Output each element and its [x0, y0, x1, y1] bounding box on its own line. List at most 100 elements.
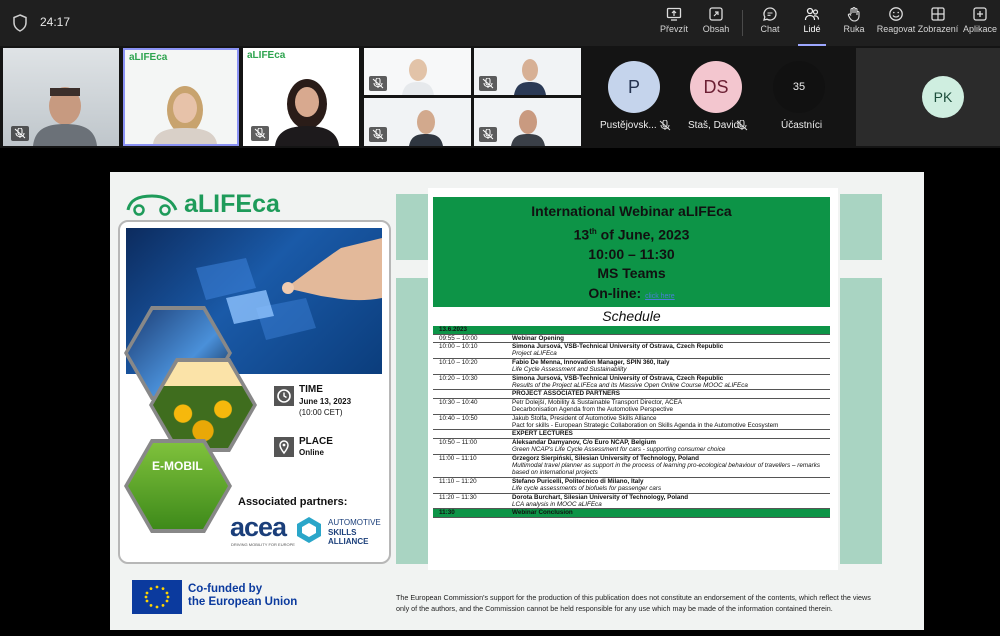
eu-line-1: Co-funded by	[188, 583, 263, 595]
participant-avatar[interactable]: DS	[690, 61, 742, 113]
date-day: 13	[573, 226, 590, 243]
schedule-item	[509, 326, 830, 335]
join-link[interactable]: click here	[645, 293, 675, 300]
schedule-time: 11:10 – 11:20	[433, 477, 509, 494]
asa-line-3: ALLIANCE	[328, 537, 369, 546]
video-tile[interactable]	[364, 48, 471, 95]
partners-label: Associated partners:	[238, 496, 348, 508]
video-tile-active-speaker[interactable]: aLIFEca	[123, 48, 239, 146]
raise-hand-button[interactable]: Ruka	[830, 6, 878, 42]
time-sub: (10:00 CET)	[299, 408, 343, 417]
asa-line-2: SKILLS	[328, 527, 357, 537]
share-content-button[interactable]: Obsah	[692, 6, 740, 42]
schedule-title: Schedule	[602, 308, 661, 324]
schedule-time: 10:10 – 10:20	[433, 358, 509, 375]
webinar-platform: MS Teams	[597, 265, 666, 282]
chat-button[interactable]: Chat	[746, 6, 794, 42]
schedule-item: Fabio De Menna, Innovation Manager, SPIN…	[509, 358, 830, 375]
schedule-item-title: Stefano Puricelli, Politecnico di Milano…	[512, 477, 644, 485]
chat-label: Chat	[760, 24, 780, 34]
schedule-item-title: Grzegorz Sierpiński, Silesian University…	[512, 454, 699, 462]
schedule-item: Aleksandar Damyanov, C/o Euro NCAP, Belg…	[509, 438, 830, 455]
decor-block	[396, 194, 428, 260]
schedule-item: Webinar Conclusion	[509, 508, 830, 518]
people-button[interactable]: Lidé	[788, 6, 836, 46]
brand-logo: aLIFEca	[184, 190, 280, 218]
apps-label: Aplikace	[962, 24, 998, 34]
overflow-participants-button[interactable]: 35	[773, 61, 825, 113]
schedule-item: Simona Jursová, VSB-Technical University…	[509, 374, 830, 391]
acea-tagline: DRIVING MOBILITY FOR EUROPE	[231, 542, 295, 547]
schedule-time	[433, 429, 509, 439]
webinar-online-line: On-line: click here	[433, 284, 830, 307]
schedule-item-title: Jakub Štolfa, President of Automotive Sk…	[512, 414, 657, 422]
schedule-time: 13.6.2023	[433, 326, 509, 335]
share-content-label: Obsah	[702, 24, 730, 34]
video-tile[interactable]: aLIFEca	[243, 48, 359, 146]
schedule-time: 11:20 – 11:30	[433, 493, 509, 510]
schedule-item: EXPERT LECTURES	[509, 429, 830, 439]
mic-off-icon	[369, 76, 387, 91]
webinar-date: 13th of June, 2023	[433, 222, 830, 245]
schedule-row: 10:30 – 10:40 Petr Dolejší, Mobility & Su…	[433, 398, 830, 415]
schedule-item: PROJECT ASSOCIATED PARTNERS	[509, 389, 830, 399]
schedule-item-subtitle: LCA analysis in MOOC aLIFEca	[512, 501, 602, 509]
call-timer: 24:17	[40, 15, 71, 29]
place-label: PLACE	[299, 436, 333, 447]
participants-strip: aLIFEca aLIFEca P Pustějovsk... DS Staš,…	[0, 46, 1000, 148]
shield-icon	[13, 14, 27, 32]
eu-cofunded-text: Co-funded by the European Union	[188, 583, 297, 609]
schedule-row: 13.6.2023	[433, 326, 830, 335]
tile-brand-text: aLIFEca	[247, 50, 286, 61]
schedule-item-subtitle: Life cycle assessments of biofuels for p…	[512, 485, 662, 493]
shared-presentation-slide: aLIFEca E-MOBIL TIME June 13, 2023 (10:0…	[110, 172, 924, 630]
schedule-row: 10:20 – 10:30 Simona Jursová, VSB-Technic…	[433, 374, 830, 391]
video-tile[interactable]	[474, 98, 581, 146]
schedule-item-title: PROJECT ASSOCIATED PARTNERS	[512, 390, 620, 398]
share-screen-label: Převzít	[659, 24, 688, 34]
participant-name: Staš, David	[688, 120, 740, 131]
schedule-row: 10:10 – 10:20 Fabio De Menna, Innovation …	[433, 358, 830, 375]
video-tile[interactable]	[474, 48, 581, 95]
react-button[interactable]: Reagovat	[872, 6, 920, 42]
view-icon	[931, 7, 945, 21]
schedule-item: Dorota Burchart, Silesian University of …	[509, 493, 830, 510]
schedule-item-title: Petr Dolejší, Mobility & Sustainable Tra…	[512, 398, 683, 406]
schedule-item: Webinar Opening	[509, 334, 830, 343]
schedule-item-title: Simona Jursová, VSB-Technical University…	[512, 342, 724, 350]
schedule-item: Stefano Puricelli, Politecnico di Milano…	[509, 477, 830, 494]
people-label: Lidé	[803, 24, 821, 34]
video-tile[interactable]	[364, 98, 471, 146]
apps-button[interactable]: Aplikace	[956, 6, 1000, 42]
schedule-item-title: Webinar Conclusion	[512, 509, 573, 517]
e-mobil-text: E-MOBIL	[152, 459, 203, 473]
schedule-time: 10:40 – 10:50	[433, 414, 509, 431]
schedule-item-title: Fabio De Menna, Innovation Manager, SPIN…	[512, 358, 670, 366]
schedule-item: Petr Dolejší, Mobility & Sustainable Tra…	[509, 398, 830, 415]
view-label: Zobrazení	[917, 24, 959, 34]
decor-block	[396, 278, 428, 564]
schedule-time: 11:00 – 11:10	[433, 454, 509, 478]
schedule-item-subtitle: Pact for skills - European Strategic Col…	[512, 421, 779, 429]
mic-off-icon	[369, 127, 387, 142]
schedule-item-title: Aleksandar Damyanov, C/o Euro NCAP, Belg…	[512, 438, 656, 446]
mic-off-icon	[736, 120, 748, 131]
video-tile[interactable]	[3, 48, 119, 146]
schedule-item-subtitle: Results of the Project aLIFEca and its M…	[512, 381, 748, 389]
schedule-row: PROJECT ASSOCIATED PARTNERS	[433, 389, 830, 399]
view-button[interactable]: Zobrazení	[914, 6, 962, 42]
schedule-time: 09:55 – 10:00	[433, 334, 509, 343]
schedule-row: 09:55 – 10:00 Webinar Opening	[433, 334, 830, 343]
share-screen-button[interactable]: Převzít	[650, 6, 698, 42]
asa-logo-text: AUTOMOTIVE SKILLS ALLIANCE	[328, 518, 381, 547]
participant-avatar[interactable]: P	[608, 61, 660, 113]
self-view-tile[interactable]: PK	[856, 48, 1000, 146]
schedule-row: 11:00 – 11:10 Grzegorz Sierpiński, Silesi…	[433, 454, 830, 478]
schedule-time	[433, 389, 509, 399]
date-rest: of June, 2023	[596, 226, 690, 243]
mic-off-icon	[11, 126, 29, 141]
schedule-item-title: Dorota Burchart, Silesian University of …	[512, 493, 689, 501]
mic-off-icon	[251, 126, 269, 141]
decor-block	[840, 194, 882, 260]
eu-flag-icon	[132, 580, 182, 614]
